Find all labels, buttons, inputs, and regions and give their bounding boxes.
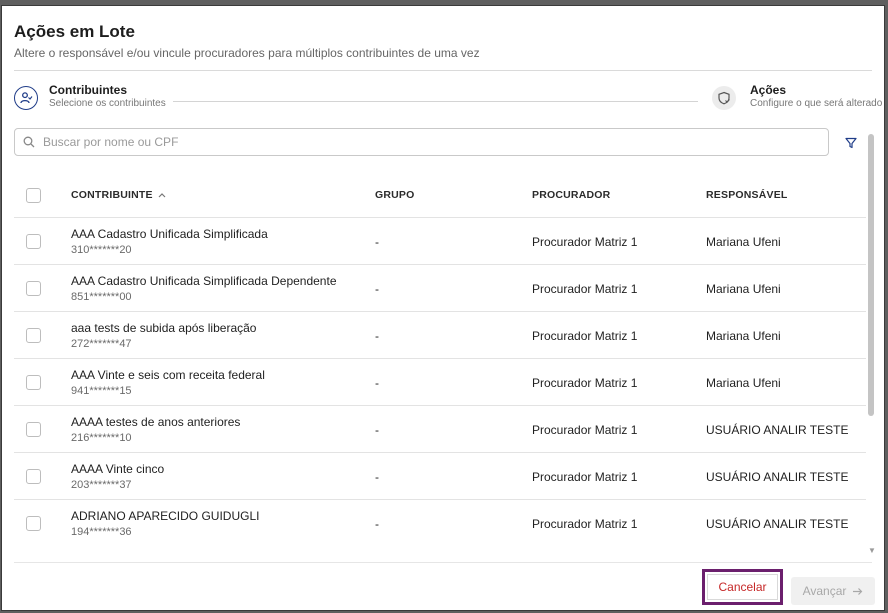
column-header-contribuinte-label: CONTRIBUINTE xyxy=(71,189,153,201)
table-header: CONTRIBUINTE GRUPO PROCURADOR RESPONSÁVE… xyxy=(14,172,866,218)
contribuinte-name: AAAA Vinte cinco xyxy=(71,462,165,476)
shield-check-icon xyxy=(718,91,730,105)
step-contribuintes-desc: Selecione os contribuintes xyxy=(49,98,166,109)
contribuinte-cpf: 272*******47 xyxy=(71,338,132,350)
table-row[interactable]: AAA Cadastro Unificada Simplificada Depe… xyxy=(14,265,866,312)
footer-divider xyxy=(14,562,872,563)
step-acoes-desc: Configure o que será alterado xyxy=(750,98,883,109)
contribuinte-cpf: 194*******36 xyxy=(71,526,132,538)
step-acoes-icon xyxy=(712,86,736,110)
table-row[interactable]: ADRIANO APARECIDO GUIDUGLI 194*******36 … xyxy=(14,500,866,546)
grupo-cell: - xyxy=(375,470,379,484)
row-checkbox[interactable] xyxy=(26,328,41,343)
contribuinte-cpf: 216*******10 xyxy=(71,432,132,444)
cancel-button[interactable]: Cancelar xyxy=(702,569,783,605)
next-button-label: Avançar xyxy=(802,584,847,598)
scroll-down-arrow-icon[interactable]: ▼ xyxy=(868,546,876,555)
arrow-right-icon xyxy=(853,587,863,595)
sort-ascending-icon xyxy=(158,189,166,201)
search-input[interactable] xyxy=(41,134,805,150)
contribuinte-name: AAA Cadastro Unificada Simplificada Depe… xyxy=(71,274,337,288)
responsavel-cell: USUÁRIO ANALIR TESTE xyxy=(706,517,849,531)
procurador-cell: Procurador Matriz 1 xyxy=(532,329,638,343)
contribuinte-name: AAAA testes de anos anteriores xyxy=(71,415,241,429)
contribuinte-cpf: 851*******00 xyxy=(71,291,132,303)
column-header-contribuinte[interactable]: CONTRIBUINTE xyxy=(71,189,166,201)
search-box[interactable] xyxy=(14,128,829,156)
grupo-cell: - xyxy=(375,329,379,343)
responsavel-cell: Mariana Ufeni xyxy=(706,235,781,249)
table-row[interactable]: AAAA testes de anos anteriores 216******… xyxy=(14,406,866,453)
contribuinte-cpf: 310*******20 xyxy=(71,244,132,256)
procurador-cell: Procurador Matriz 1 xyxy=(532,376,638,390)
cancel-button-label: Cancelar xyxy=(707,574,778,600)
responsavel-cell: Mariana Ufeni xyxy=(706,282,781,296)
filter-icon xyxy=(845,137,857,149)
procurador-cell: Procurador Matriz 1 xyxy=(532,282,638,296)
row-checkbox[interactable] xyxy=(26,422,41,437)
contribuinte-name: aaa tests de subida após liberação xyxy=(71,321,257,335)
search-icon xyxy=(23,136,35,148)
user-icon xyxy=(20,92,33,104)
responsavel-cell: USUÁRIO ANALIR TESTE xyxy=(706,423,849,437)
select-all-checkbox[interactable] xyxy=(26,188,41,203)
contribuinte-name: AAA Vinte e seis com receita federal xyxy=(71,368,265,382)
modal-subtitle: Altere o responsável e/ou vincule procur… xyxy=(14,46,480,60)
modal-title: Ações em Lote xyxy=(14,22,135,41)
contribuintes-table: CONTRIBUINTE GRUPO PROCURADOR RESPONSÁVE… xyxy=(14,172,866,546)
stepper: Contribuintes Selecione os contribuintes… xyxy=(14,82,882,122)
column-header-grupo: GRUPO xyxy=(375,189,415,201)
procurador-cell: Procurador Matriz 1 xyxy=(532,517,638,531)
contribuinte-name: AAA Cadastro Unificada Simplificada xyxy=(71,227,268,241)
responsavel-cell: USUÁRIO ANALIR TESTE xyxy=(706,470,849,484)
contribuinte-cpf: 203*******37 xyxy=(71,479,132,491)
table-row[interactable]: AAA Vinte e seis com receita federal 941… xyxy=(14,359,866,406)
step-contribuintes-title: Contribuintes xyxy=(49,83,127,97)
next-button[interactable]: Avançar xyxy=(791,577,875,605)
step-contribuintes-icon xyxy=(14,86,38,110)
row-checkbox[interactable] xyxy=(26,375,41,390)
column-header-responsavel: RESPONSÁVEL xyxy=(706,189,788,201)
procurador-cell: Procurador Matriz 1 xyxy=(532,235,638,249)
grupo-cell: - xyxy=(375,517,379,531)
row-checkbox[interactable] xyxy=(26,516,41,531)
row-checkbox[interactable] xyxy=(26,469,41,484)
responsavel-cell: Mariana Ufeni xyxy=(706,376,781,390)
contribuinte-name: ADRIANO APARECIDO GUIDUGLI xyxy=(71,509,260,523)
grupo-cell: - xyxy=(375,282,379,296)
contribuinte-cpf: 941*******15 xyxy=(71,385,132,397)
responsavel-cell: Mariana Ufeni xyxy=(706,329,781,343)
header-divider xyxy=(14,70,872,71)
column-header-procurador: PROCURADOR xyxy=(532,189,611,201)
grupo-cell: - xyxy=(375,376,379,390)
bulk-actions-modal: Ações em Lote Altere o responsável e/ou … xyxy=(1,5,885,611)
procurador-cell: Procurador Matriz 1 xyxy=(532,470,638,484)
row-checkbox[interactable] xyxy=(26,234,41,249)
grupo-cell: - xyxy=(375,423,379,437)
table-row[interactable]: aaa tests de subida após liberação 272**… xyxy=(14,312,866,359)
table-row[interactable]: AAAA Vinte cinco 203*******37 - Procurad… xyxy=(14,453,866,500)
step-acoes-title: Ações xyxy=(750,83,787,97)
vertical-scrollbar-thumb[interactable] xyxy=(868,134,874,416)
table-row[interactable]: AAA Cadastro Unificada Simplificada 310*… xyxy=(14,218,866,265)
grupo-cell: - xyxy=(375,235,379,249)
filter-button[interactable] xyxy=(842,134,860,152)
row-checkbox[interactable] xyxy=(26,281,41,296)
procurador-cell: Procurador Matriz 1 xyxy=(532,423,638,437)
stepper-connector xyxy=(173,101,698,102)
